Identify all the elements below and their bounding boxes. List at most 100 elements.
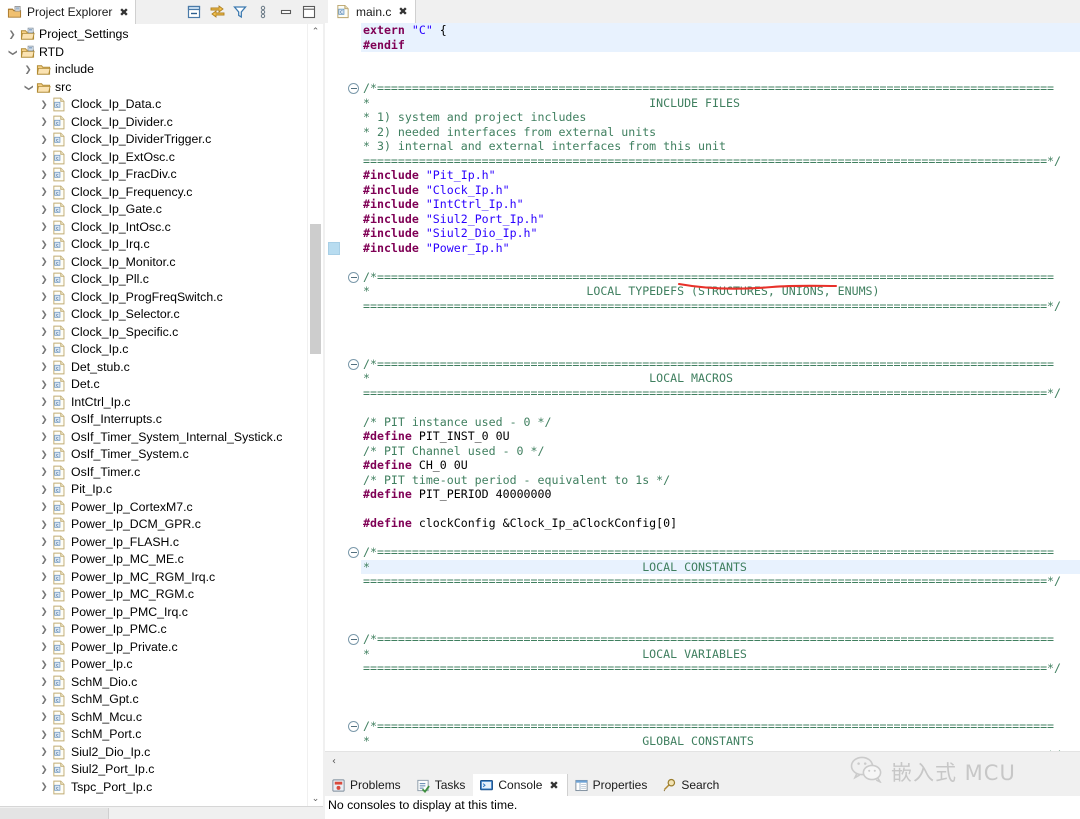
code-line[interactable]: #include "Power_Ip.h" (361, 241, 1080, 256)
fold-collapse-icon[interactable] (348, 721, 359, 732)
filter-icon[interactable] (230, 3, 250, 22)
code-line[interactable] (361, 342, 1080, 357)
tree-item[interactable]: cClock_Ip_Divider.c (0, 114, 308, 132)
tree-item[interactable]: cClock_Ip_Pll.c (0, 271, 308, 289)
code-line[interactable] (361, 531, 1080, 546)
close-icon[interactable]: ✖ (549, 780, 558, 791)
tree-item[interactable]: cOsIf_Timer_System.c (0, 446, 308, 464)
code-line[interactable]: /* PIT instance used - 0 */ (361, 415, 1080, 430)
code-line[interactable] (361, 618, 1080, 633)
chevron-right-icon[interactable] (38, 568, 50, 587)
chevron-right-icon[interactable] (38, 638, 50, 657)
chevron-right-icon[interactable] (38, 621, 50, 640)
code-line[interactable]: /* PIT Channel used - 0 */ (361, 444, 1080, 459)
scroll-down-icon[interactable]: ⌄ (308, 791, 323, 806)
chevron-right-icon[interactable] (38, 691, 50, 710)
tab-main-c[interactable]: c main.c ✖ (328, 0, 416, 23)
tree-item[interactable]: cPower_Ip_Private.c (0, 639, 308, 657)
tree-item[interactable]: cSiul2_Dio_Ip.c (0, 744, 308, 762)
code-line[interactable] (361, 52, 1080, 67)
tree-item[interactable]: cPower_Ip_CortexM7.c (0, 499, 308, 517)
code-line[interactable] (361, 313, 1080, 328)
tree-item[interactable]: cClock_Ip_ProgFreqSwitch.c (0, 289, 308, 307)
tree-item[interactable]: cClock_Ip_Data.c (0, 96, 308, 114)
code-line[interactable]: #include "IntCtrl_Ip.h" (361, 197, 1080, 212)
tree-item[interactable]: cClock_Ip_Irq.c (0, 236, 308, 254)
fold-collapse-icon[interactable] (348, 272, 359, 283)
maximize-icon[interactable] (299, 3, 319, 22)
code-line[interactable] (361, 67, 1080, 82)
code-editor[interactable]: extern "C" {#endif /*===================… (325, 23, 1080, 751)
chevron-right-icon[interactable] (38, 656, 50, 675)
tree-item[interactable]: cPower_Ip_DCM_GPR.c (0, 516, 308, 534)
code-line[interactable]: #include "Clock_Ip.h" (361, 183, 1080, 198)
chevron-right-icon[interactable] (38, 673, 50, 692)
chevron-right-icon[interactable] (6, 26, 18, 45)
fold-collapse-icon[interactable] (348, 359, 359, 370)
link-with-editor-icon[interactable] (207, 3, 227, 22)
code-line[interactable]: * LOCAL CONSTANTS (361, 560, 1080, 575)
chevron-right-icon[interactable] (38, 253, 50, 272)
tree-item[interactable]: cSiul2_Port_Ip.c (0, 761, 308, 779)
chevron-right-icon[interactable] (38, 393, 50, 412)
code-line[interactable]: * INCLUDE FILES (361, 96, 1080, 111)
tree-item[interactable]: cPower_Ip_PMC.c (0, 621, 308, 639)
bottom-tab-console[interactable]: Console✖ (473, 774, 567, 796)
chevron-right-icon[interactable] (38, 498, 50, 517)
tree-item[interactable]: cClock_Ip_DividerTrigger.c (0, 131, 308, 149)
tree-item[interactable]: cPower_Ip_PMC_Irq.c (0, 604, 308, 622)
code-line[interactable] (361, 690, 1080, 705)
chevron-right-icon[interactable] (38, 743, 50, 762)
scroll-left-icon[interactable]: ‹ (326, 753, 342, 770)
tree-item[interactable]: cDet.c (0, 376, 308, 394)
code-line[interactable] (361, 328, 1080, 343)
tree-item[interactable]: cPower_Ip_MC_RGM.c (0, 586, 308, 604)
code-line[interactable] (361, 502, 1080, 517)
code-line[interactable]: /*======================================… (361, 632, 1080, 647)
close-icon[interactable]: ✖ (119, 7, 128, 18)
source-code[interactable]: extern "C" {#endif /*===================… (361, 23, 1080, 751)
tree-item[interactable]: cSchM_Port.c (0, 726, 308, 744)
tree-item[interactable]: cPower_Ip_MC_ME.c (0, 551, 308, 569)
tree-item[interactable]: src (0, 79, 308, 97)
tree-item[interactable]: cOsIf_Interrupts.c (0, 411, 308, 429)
code-line[interactable] (361, 589, 1080, 604)
code-line[interactable] (361, 400, 1080, 415)
chevron-right-icon[interactable] (38, 218, 50, 237)
code-line[interactable]: * LOCAL MACROS (361, 371, 1080, 386)
tree-item[interactable]: include (0, 61, 308, 79)
code-line[interactable]: /*======================================… (361, 545, 1080, 560)
chevron-right-icon[interactable] (38, 306, 50, 325)
chevron-right-icon[interactable] (38, 446, 50, 465)
tree-item[interactable]: cSchM_Gpt.c (0, 691, 308, 709)
scroll-up-icon[interactable]: ⌃ (308, 24, 323, 39)
code-line[interactable]: /*======================================… (361, 270, 1080, 285)
code-line[interactable]: #include "Siul2_Dio_Ip.h" (361, 226, 1080, 241)
scrollbar-thumb[interactable] (310, 224, 321, 354)
chevron-right-icon[interactable] (38, 358, 50, 377)
tree-item[interactable]: cDet_stub.c (0, 359, 308, 377)
chevron-right-icon[interactable] (38, 323, 50, 342)
code-line[interactable] (361, 676, 1080, 691)
chevron-right-icon[interactable] (38, 516, 50, 535)
chevron-right-icon[interactable] (38, 271, 50, 290)
editor-folding-column[interactable] (347, 23, 361, 751)
tree-item[interactable]: cPower_Ip.c (0, 656, 308, 674)
project-tree[interactable]: Project_SettingsRTDincludesrccClock_Ip_D… (0, 24, 308, 806)
tree-item[interactable]: cPower_Ip_MC_RGM_Irq.c (0, 569, 308, 587)
code-line[interactable]: ========================================… (361, 386, 1080, 401)
editor-hscroll-track[interactable] (342, 756, 1062, 767)
close-icon[interactable]: ✖ (398, 6, 407, 17)
tree-item[interactable]: Project_Settings (0, 26, 308, 44)
chevron-right-icon[interactable] (38, 551, 50, 570)
chevron-right-icon[interactable] (38, 411, 50, 430)
chevron-right-icon[interactable] (38, 288, 50, 307)
chevron-right-icon[interactable] (38, 166, 50, 185)
code-line[interactable]: #endif (361, 38, 1080, 53)
chevron-right-icon[interactable] (38, 603, 50, 622)
code-line[interactable]: ========================================… (361, 299, 1080, 314)
bottom-tab-properties[interactable]: Properties (568, 774, 656, 796)
tree-item[interactable]: cSchM_Dio.c (0, 674, 308, 692)
code-line[interactable]: #define PIT_INST_0 0U (361, 429, 1080, 444)
explorer-bottom-tab[interactable] (0, 808, 109, 819)
